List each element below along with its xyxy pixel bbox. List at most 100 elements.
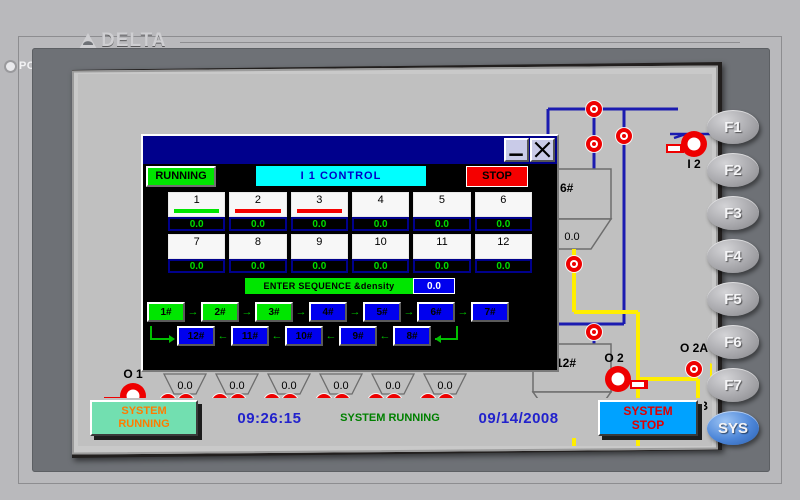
function-key-sys[interactable]: SYS xyxy=(707,411,759,445)
sequence-chain-row-top: 1# → 2# → 3# → 4# → 5# → 6# → 7# xyxy=(147,300,553,324)
minimize-button[interactable] xyxy=(504,138,529,162)
cell-1[interactable]: 1 0.0 xyxy=(168,192,226,231)
function-key-f6[interactable]: F6 xyxy=(707,325,759,359)
system-stop-button[interactable]: SYSTEM STOP xyxy=(598,400,698,436)
outlet-o2-label: O 2 xyxy=(604,351,624,365)
seq-box-12[interactable]: 12# xyxy=(177,326,215,346)
cell-value: 0.0 xyxy=(290,259,348,273)
seq-box-1[interactable]: 1# xyxy=(147,302,185,322)
cell-number: 7 xyxy=(193,236,200,248)
cell-top: 5 xyxy=(413,192,471,217)
seq-box-2[interactable]: 2# xyxy=(201,302,239,322)
seq-arrow-icon: → xyxy=(403,305,415,318)
cell-number: 5 xyxy=(438,194,446,206)
svg-text:0.0: 0.0 xyxy=(177,380,192,392)
stop-button[interactable]: STOP xyxy=(466,165,528,187)
seq-box-11[interactable]: 11# xyxy=(231,326,269,346)
close-button[interactable] xyxy=(530,138,555,162)
logo-rule xyxy=(180,42,740,43)
function-key-f1[interactable]: F1 xyxy=(707,110,759,144)
inlet-i2-label: I 2 xyxy=(687,157,701,171)
cell-top: 9 xyxy=(290,234,348,259)
cell-2[interactable]: 2 0.0 xyxy=(229,192,287,231)
cell-number: 9 xyxy=(316,236,323,248)
seq-box-5[interactable]: 5# xyxy=(363,302,401,322)
seq-arrow-icon: ← xyxy=(325,329,337,342)
cell-number: 1 xyxy=(193,194,200,206)
cell-value: 0.0 xyxy=(351,217,410,231)
hopper-row: 0.0 0.0 0.0 0.0 0.0 0.0 xyxy=(162,373,468,395)
seq-arrow-icon: ← xyxy=(217,329,229,342)
window-titlebar xyxy=(143,136,557,164)
system-running-line1: SYSTEM xyxy=(121,405,167,417)
cell-number: 10 xyxy=(374,236,387,248)
hmi-panel-body: I 2 6# 0.0 12# 0.0 0.0 0.0 0.0 0.0 0.0 O… xyxy=(32,48,770,472)
cell-10[interactable]: 10 0.0 xyxy=(351,234,410,273)
cell-top: 1 xyxy=(168,192,226,217)
screen-title: I 1 CONTROL xyxy=(256,166,426,186)
cell-12[interactable]: 12 0.0 xyxy=(474,234,532,273)
seq-box-10[interactable]: 10# xyxy=(285,326,323,346)
function-key-f5[interactable]: F5 xyxy=(707,282,759,316)
system-stop-line2: STOP xyxy=(631,418,665,432)
seq-arrow-icon: → xyxy=(241,305,253,318)
cell-value: 0.0 xyxy=(413,217,471,231)
window-header-row: RUNNING I 1 CONTROL STOP xyxy=(143,164,557,188)
cell-value: 0.0 xyxy=(229,259,287,273)
cell-5[interactable]: 5 0.0 xyxy=(413,192,471,231)
seq-box-3[interactable]: 3# xyxy=(255,302,293,322)
cell-top: 6 xyxy=(474,192,532,217)
function-key-f4[interactable]: F4 xyxy=(707,239,759,273)
cell-3[interactable]: 3 0.0 xyxy=(290,192,348,231)
cell-6[interactable]: 6 0.0 xyxy=(474,192,532,231)
system-running-button[interactable]: SYSTEM RUNNING xyxy=(90,400,198,436)
function-key-f3[interactable]: F3 xyxy=(707,196,759,230)
svg-text:0.0: 0.0 xyxy=(281,380,296,392)
cell-number: 4 xyxy=(377,194,384,206)
svg-text:0.0: 0.0 xyxy=(229,380,244,392)
seq-box-7[interactable]: 7# xyxy=(471,302,509,322)
seq-arrow-icon: ← xyxy=(271,329,283,342)
cell-11[interactable]: 11 0.0 xyxy=(413,234,471,273)
svg-text:0.0: 0.0 xyxy=(437,380,452,392)
seq-box-4[interactable]: 4# xyxy=(309,302,347,322)
minimize-icon xyxy=(509,153,523,156)
seq-arrow-icon: → xyxy=(295,305,307,318)
svg-text:0.0: 0.0 xyxy=(333,380,348,392)
svg-text:0.0: 0.0 xyxy=(385,380,400,392)
control-window: RUNNING I 1 CONTROL STOP 1 0.0 2 0.0 3 0.0 4 0.… xyxy=(141,134,559,372)
cell-7[interactable]: 7 0.0 xyxy=(168,234,226,273)
status-center: 09:26:15 SYSTEM RUNNING 09/14/2008 xyxy=(198,410,598,427)
cell-top: 8 xyxy=(229,234,287,259)
svg-text:0.0: 0.0 xyxy=(564,231,579,243)
cell-number: 8 xyxy=(254,236,262,248)
date-display: 09/14/2008 xyxy=(478,409,559,427)
sequence-entry-input[interactable]: 0.0 xyxy=(413,278,455,294)
seq-elbow-left-icon xyxy=(147,326,177,346)
cell-status-bar xyxy=(174,209,220,213)
seq-box-9[interactable]: 9# xyxy=(339,326,377,346)
seq-arrow-icon: → xyxy=(349,305,361,318)
seq-arrow-icon: ← xyxy=(379,329,391,342)
function-key-f2[interactable]: F2 xyxy=(707,153,759,187)
outlet-o2a-symbol xyxy=(685,360,703,378)
cell-top: 7 xyxy=(168,234,226,259)
cell-number: 6 xyxy=(500,194,507,206)
cell-number: 3 xyxy=(316,194,323,206)
cell-value: 0.0 xyxy=(474,217,532,231)
cell-top: 4 xyxy=(351,192,410,217)
cell-8[interactable]: 8 0.0 xyxy=(229,234,287,273)
function-key-f7[interactable]: F7 xyxy=(707,368,759,402)
seq-arrow-icon: → xyxy=(457,305,469,318)
running-button[interactable]: RUNNING xyxy=(146,165,216,187)
seq-box-6[interactable]: 6# xyxy=(417,302,455,322)
sequence-chain: 1# → 2# → 3# → 4# → 5# → 6# → 7# 12# ← 11# ← 10# ← 9# ← 8# xyxy=(143,300,557,348)
cell-value: 0.0 xyxy=(168,259,226,273)
cell-4[interactable]: 4 0.0 xyxy=(351,192,410,231)
function-key-column: F1 F2 F3 F4 F5 F6 F7 SYS xyxy=(702,110,764,454)
sequence-entry-row: ENTER SEQUENCE &density 0.0 xyxy=(245,278,455,294)
cell-top: 2 xyxy=(229,192,287,217)
power-led-icon xyxy=(6,61,15,71)
seq-box-8[interactable]: 8# xyxy=(393,326,431,346)
cell-9[interactable]: 9 0.0 xyxy=(290,234,348,273)
